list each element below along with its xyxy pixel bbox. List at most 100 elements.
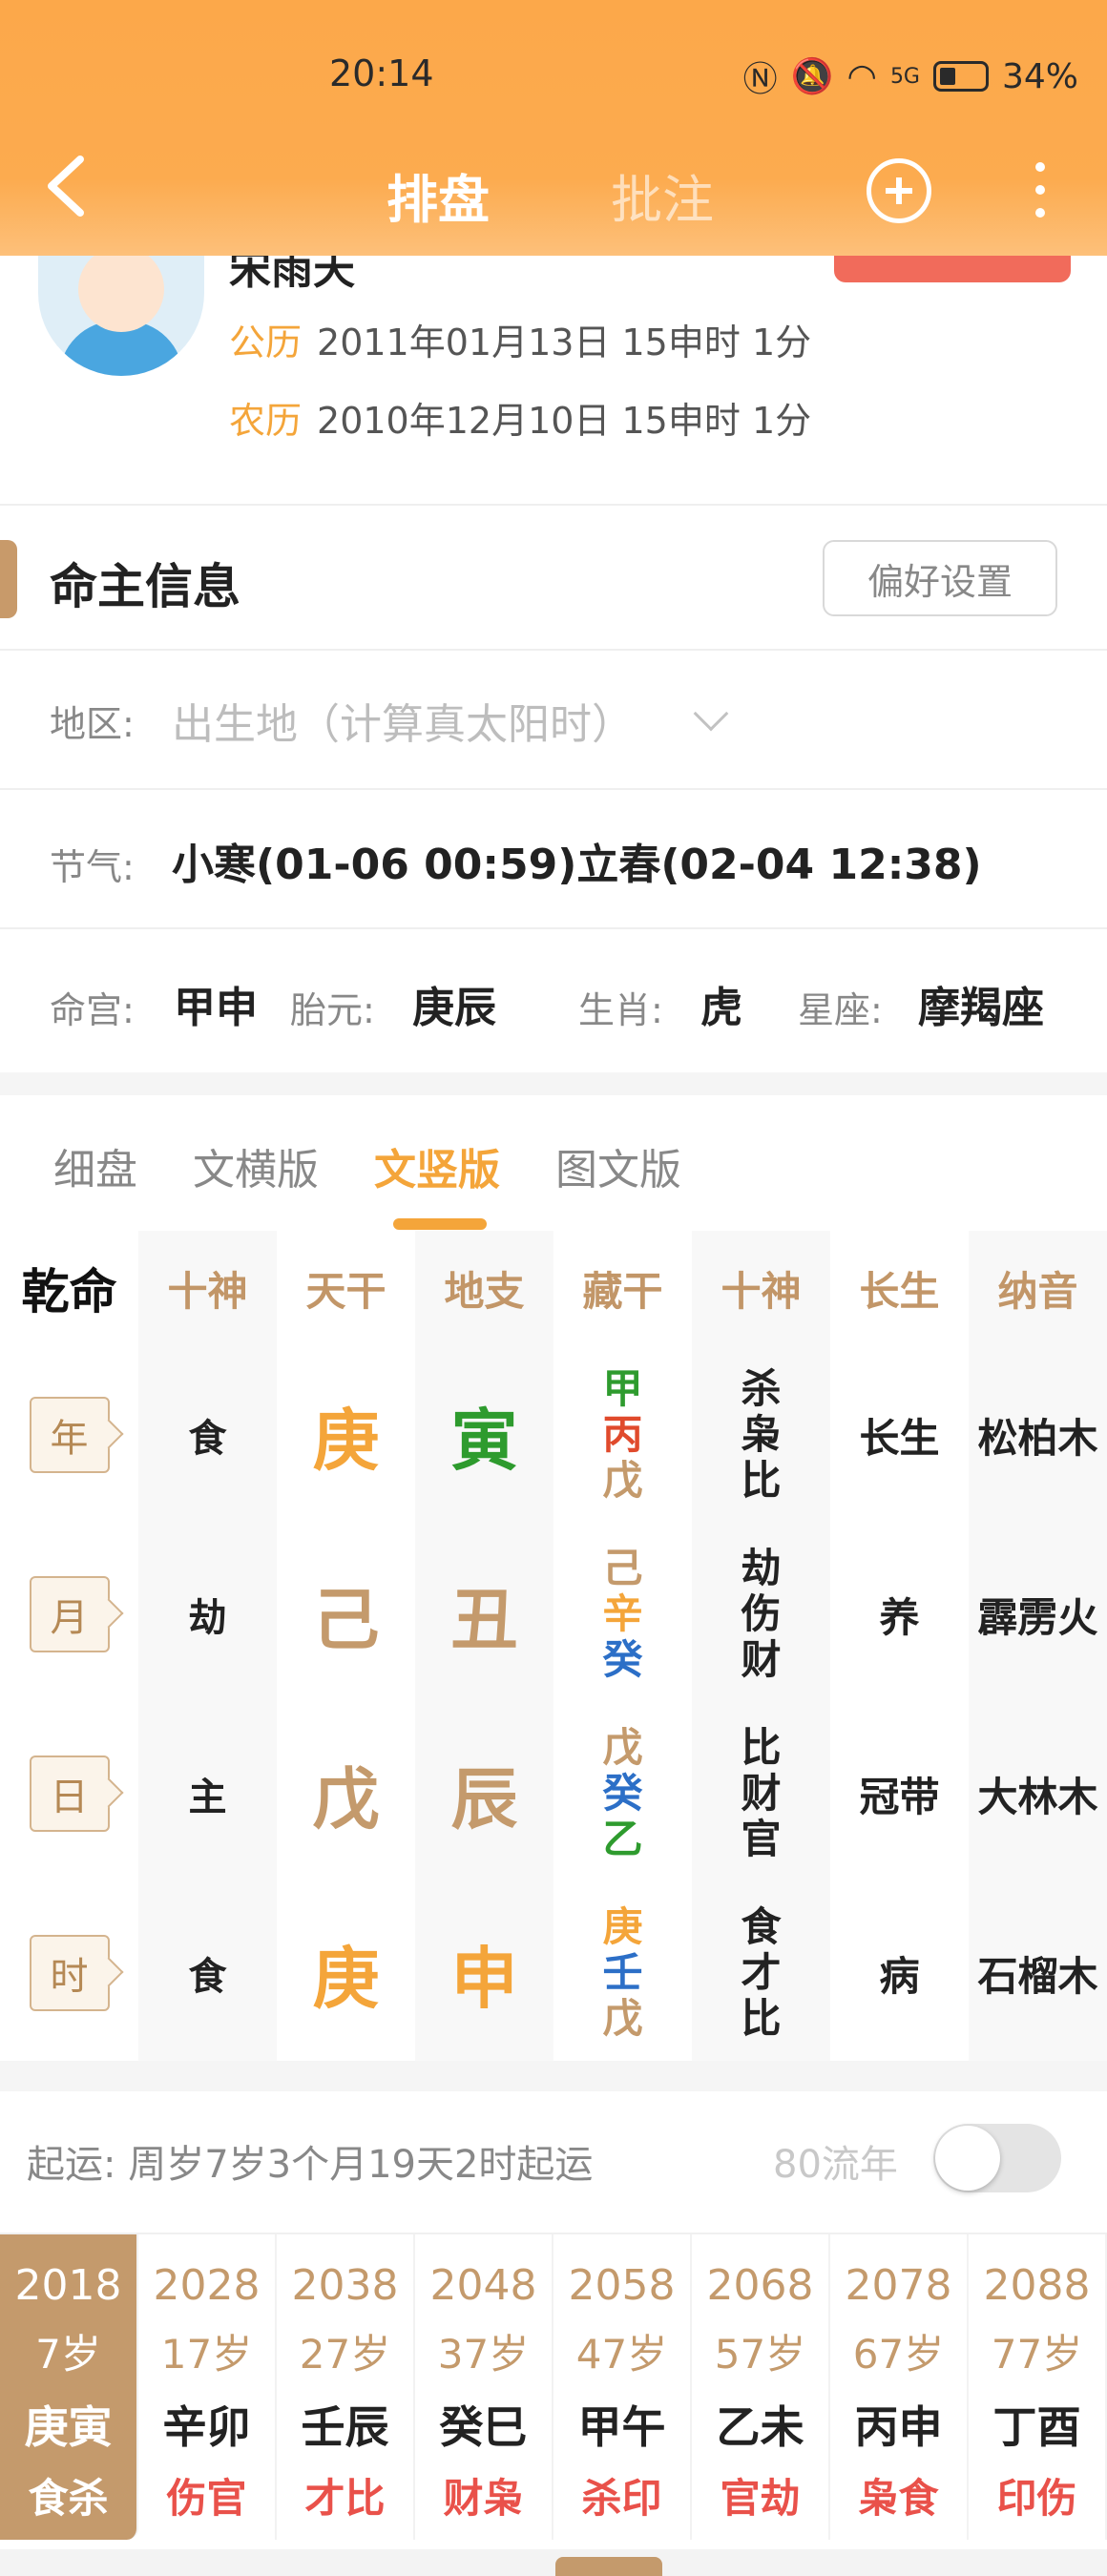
dizhi-cell: 丑 [450, 1580, 518, 1659]
solar-value: 2011年01月13日 15申时 1分 [317, 322, 812, 364]
pillar-tag: 时 [0, 1883, 138, 2063]
dayun-shishen: 食杀 [28, 2475, 109, 2522]
minggong-value: 甲申 [174, 984, 258, 1032]
xingzuo-label: 星座: [798, 989, 883, 1031]
canggan-char: 戊 [602, 1995, 643, 2042]
changsheng-cell: 冠带 [859, 1773, 940, 1820]
chevron-down-icon[interactable] [693, 696, 729, 732]
profile-card: 宋雨天 公历 2011年01月13日 15申时 1分 农历 2010年12月10日 … [0, 245, 1107, 506]
preference-settings-button[interactable]: 偏好设置 [823, 540, 1057, 616]
tiangan-cell: 庚 [312, 1939, 380, 2018]
dayun-year: 2078 [845, 2261, 952, 2310]
dayun-age: 77岁 [991, 2331, 1083, 2378]
mute-icon: 🔕 [790, 57, 834, 96]
shishen2-char: 比 [741, 1457, 782, 1504]
dayun-shishen: 印伤 [996, 2475, 1077, 2522]
pillar-tag: 日 [0, 1704, 138, 1883]
nayin-cell: 松柏木 [977, 1414, 1098, 1462]
canggan-cell: 甲丙戊 [554, 1345, 692, 1525]
tab-wenshu[interactable]: 文竖版 [374, 1135, 500, 1196]
dayun-item[interactable]: 2038 27岁 壬辰 才比 [277, 2234, 415, 2540]
more-icon[interactable] [1031, 162, 1050, 219]
qiyun-text: 起运: 周岁7岁3个月19天2时起运 [27, 2143, 594, 2187]
dayun-ganzhi: 癸巳 [439, 2401, 528, 2453]
shishen-cell: 主 [188, 1776, 227, 1819]
dayun-age: 7岁 [35, 2331, 101, 2378]
tab-pizhu[interactable]: 批注 [611, 157, 714, 233]
shishen-cell: 食 [188, 1417, 227, 1461]
shishen2-cell: 杀枭比 [692, 1345, 830, 1525]
jieqi-label: 节气: [50, 846, 135, 888]
dizhi-cell: 申 [450, 1939, 518, 2018]
signal-icon: 5G [889, 64, 920, 89]
dayun-age: 17岁 [160, 2331, 253, 2378]
taiyuan-label: 胎元: [290, 989, 375, 1031]
bazi-chart: 乾命 十神 天干 地支 藏干 十神 长生 纳音年食庚寅甲丙戊杀枭比长生 松柏木月劫己丑己辛癸劫伤… [0, 1231, 1107, 2061]
dayun-item[interactable]: 2018 7岁 庚寅 食杀 [0, 2234, 138, 2540]
app-header: 20:14 Ⓝ 🔕 ◠ 5G 34% 排盘 批注 [0, 0, 1107, 256]
lunar-date-row: 农历 2010年12月10日 15申时 1分 [229, 391, 811, 444]
changsheng-cell: 病 [879, 1952, 920, 2000]
shengxiao-value: 虎 [700, 984, 742, 1032]
dayun-age: 57岁 [714, 2331, 806, 2378]
tab-xipan[interactable]: 细盘 [53, 1135, 137, 1196]
canggan-cell: 庚壬戊 [554, 1883, 692, 2063]
shishen2-char: 杀 [741, 1365, 782, 1412]
back-arrow-icon[interactable] [38, 148, 95, 224]
tab-wenheng[interactable]: 文横版 [193, 1135, 319, 1196]
region-select[interactable]: 出生地（计算真太阳时） [172, 690, 634, 751]
canggan-char: 丙 [602, 1411, 643, 1458]
dayun-shishen: 官劫 [720, 2475, 801, 2522]
shishen2-char: 才 [741, 1949, 782, 1996]
header-shishen2: 十神 [721, 1267, 802, 1315]
shishen2-cell: 劫伤财 [692, 1525, 830, 1704]
shishen2-char: 劫 [741, 1545, 782, 1591]
tab-tuwen[interactable]: 图文版 [555, 1135, 681, 1196]
dayun-year: 2038 [291, 2261, 399, 2310]
dayun-ganzhi: 壬辰 [301, 2401, 389, 2453]
nayin-cell: 霹雳火 [977, 1593, 1098, 1641]
shishen-cell: 劫 [188, 1596, 227, 1640]
dayun-item[interactable]: 2028 17岁 辛卯 伤官 [138, 2234, 277, 2540]
dayun-ganzhi: 甲午 [577, 2401, 666, 2453]
lunar-value: 2010年12月10日 15申时 1分 [317, 400, 812, 442]
header-dizhi: 地支 [444, 1267, 525, 1315]
liunian-label: 80流年 [773, 2143, 898, 2187]
canggan-char: 壬 [602, 1949, 643, 1996]
changsheng-cell: 长生 [859, 1414, 940, 1462]
canggan-cell: 己辛癸 [554, 1525, 692, 1704]
header-nayin: 纳音 [997, 1267, 1078, 1315]
tiangan-cell: 庚 [312, 1401, 380, 1480]
header-qianming: 乾命 [21, 1264, 117, 1319]
tab-paipan[interactable]: 排盘 [386, 157, 490, 233]
dayun-item[interactable]: 2088 77岁 丁酉 印伤 [969, 2234, 1107, 2540]
dayun-item[interactable]: 2058 47岁 甲午 杀印 [554, 2234, 692, 2540]
shishen2-cell: 食才比 [692, 1883, 830, 2063]
dayun-item[interactable]: 2048 37岁 癸巳 财枭 [415, 2234, 554, 2540]
section-marker [0, 540, 17, 618]
dayun-year: 2048 [429, 2261, 537, 2310]
bazi-page: 20:14 Ⓝ 🔕 ◠ 5G 34% 排盘 批注 宋雨天 公历 2011年01月1… [0, 0, 1107, 2576]
dayun-year: 2068 [706, 2261, 814, 2310]
canggan-char: 癸 [602, 1770, 643, 1817]
shishen-cell: 食 [188, 1955, 227, 1999]
liunian-toggle[interactable] [933, 2124, 1061, 2192]
canggan-char: 戊 [602, 1457, 643, 1504]
shishen2-char: 伤 [741, 1590, 782, 1637]
dayun-shishen: 财枭 [443, 2475, 524, 2522]
lunar-label: 农历 [229, 400, 303, 442]
canggan-cell: 戊癸乙 [554, 1704, 692, 1883]
canggan-char: 乙 [602, 1816, 643, 1862]
shishen2-cell: 比财官 [692, 1704, 830, 1883]
solar-date-row: 公历 2011年01月13日 15申时 1分 [229, 313, 811, 365]
dayun-item[interactable]: 2078 67岁 丙申 枭食 [830, 2234, 969, 2540]
pillar-tag: 月 [0, 1525, 138, 1704]
dayun-shishen: 杀印 [581, 2475, 662, 2522]
dayun-item[interactable]: 2068 57岁 乙未 官劫 [692, 2234, 830, 2540]
dayun-shishen: 才比 [304, 2475, 386, 2522]
dayun-year: 2088 [983, 2261, 1091, 2310]
taiyuan-value: 庚辰 [412, 984, 496, 1032]
shishen2-char: 比 [741, 1724, 782, 1771]
tiangan-cell: 己 [312, 1580, 380, 1659]
add-icon[interactable] [867, 158, 931, 223]
